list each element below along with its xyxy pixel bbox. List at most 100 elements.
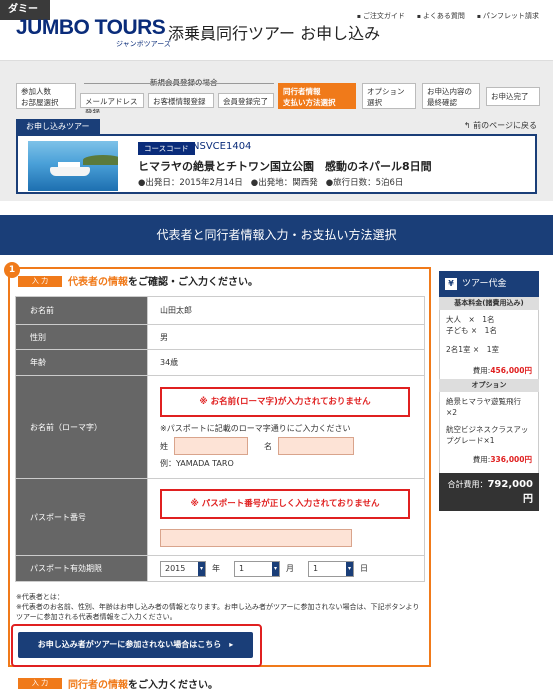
chevron-down-icon: ▾ bbox=[346, 561, 353, 576]
given-name-label: 名 bbox=[264, 441, 272, 451]
roman-name-example: 例：YAMADA TARO bbox=[160, 459, 234, 468]
companion-heading: 同行者の情報をご入力ください。 bbox=[68, 676, 218, 691]
roman-name-error: ※ お名前(ローマ字)が入力されておりません bbox=[160, 387, 410, 417]
expiry-year-select[interactable]: 2015 ▾ bbox=[160, 560, 206, 577]
name-label: お名前 bbox=[15, 296, 148, 325]
page-title: 添乗員同行ツアー お申し込み bbox=[168, 24, 381, 43]
passport-label: パスポート番号 bbox=[15, 478, 148, 556]
row-age: 年齢 34歳 bbox=[15, 349, 425, 376]
option-cost: 費用:336,000円 bbox=[439, 450, 539, 473]
brand-logo-sub: ジャンボツアーズ bbox=[116, 40, 171, 48]
gender-label: 性別 bbox=[15, 324, 148, 350]
passport-number-input[interactable] bbox=[160, 529, 352, 547]
back-link-label: 前のページに戻る bbox=[473, 121, 537, 130]
option-label: オプション bbox=[439, 379, 539, 392]
step-email-register: メールアドレス登録 bbox=[80, 93, 144, 117]
expiry-selects: 2015 ▾ 年 1 ▾ 月 1 ▾ 日 bbox=[160, 560, 424, 577]
passport-error: ※ パスポート番号が正しく入力されておりません bbox=[160, 489, 410, 519]
companion-input-tag: 入 力 bbox=[18, 678, 62, 689]
link-faq[interactable]: よくある質問 bbox=[417, 11, 465, 21]
row-gender: 性別 男 bbox=[15, 324, 425, 350]
back-link[interactable]: ↰ 前のページに戻る bbox=[464, 120, 537, 131]
step-group-divider bbox=[84, 83, 274, 84]
child-count: 子ども × 1名 bbox=[446, 326, 497, 335]
passport-expiry-label: パスポート有効期限 bbox=[15, 555, 148, 582]
step-member-complete: 会員登録完了 bbox=[218, 93, 274, 108]
companion-heading-rest: をご入力ください。 bbox=[128, 680, 218, 691]
base-fee-details: 大人 × 1名 子ども × 1名 2名1室 × 1室 bbox=[439, 310, 539, 359]
age-value: 34歳 bbox=[147, 349, 425, 376]
base-fee-label: 基本料金(諸費用込み) bbox=[439, 297, 539, 310]
expiry-day-value: 1 bbox=[313, 563, 319, 573]
roman-name-fields: 姓 名 bbox=[160, 437, 424, 455]
age-label: 年齢 bbox=[15, 349, 148, 376]
representative-footnote: ※代表者とは： ※代表者のお名前、性別、年齢はお申し込み者の情報となります。お申… bbox=[16, 592, 426, 622]
roman-name-cell: ※ お名前(ローマ字)が入力されておりません ※パスポートに記載のローマ字通りに… bbox=[147, 375, 425, 479]
brand-logo[interactable]: JUMBO TOURS bbox=[16, 16, 166, 40]
link-pamphlet-request[interactable]: パンフレット請求 bbox=[477, 11, 539, 21]
month-unit: 月 bbox=[286, 564, 294, 573]
tour-meta: ●出発日：2015年2月14日 ●出発地：関西発 ●旅行日数：5泊6日 bbox=[138, 176, 403, 188]
passport-expiry-cell: 2015 ▾ 年 1 ▾ 月 1 ▾ 日 bbox=[147, 555, 425, 582]
expiry-day-select[interactable]: 1 ▾ bbox=[308, 560, 354, 577]
footnote-title: ※代表者とは： bbox=[16, 593, 64, 601]
utility-links: ご注文ガイド よくある質問 パンフレット請求 bbox=[357, 11, 539, 21]
step-number-badge: 1 bbox=[4, 262, 20, 278]
option-item-1: 絶景ヒマラヤ遊覧飛行×2 bbox=[446, 397, 521, 417]
gender-value: 男 bbox=[147, 324, 425, 350]
yen-icon: ¥ bbox=[445, 278, 457, 290]
not-joining-button-highlight: お申し込み者がツアーに参加されない場合はこちら ▸ bbox=[11, 624, 262, 667]
passport-cell: ※ パスポート番号が正しく入力されておりません bbox=[147, 478, 425, 556]
expiry-month-select[interactable]: 1 ▾ bbox=[234, 560, 280, 577]
year-unit: 年 bbox=[212, 564, 220, 573]
footnote-body: ※代表者のお名前、性別、年齢はお申し込み者の情報となります。お申し込み者がツアー… bbox=[16, 603, 420, 621]
step-options: オプション 選択 bbox=[362, 83, 416, 109]
step-complete: お申込完了 bbox=[486, 87, 540, 106]
total-cost: 合計費用：792,000円 bbox=[439, 473, 539, 511]
course-code: NSVCE1404 bbox=[192, 141, 252, 152]
option-cost-value: 336,000円 bbox=[490, 455, 532, 464]
price-sidebar-title: ツアー代金 bbox=[462, 279, 507, 289]
row-passport: パスポート番号 ※ パスポート番号が正しく入力されておりません bbox=[15, 478, 425, 556]
progress-steps: 新規会員登録の場合 参加人数 お部屋選択 メールアドレス登録 お客様情報登録 会… bbox=[0, 60, 553, 117]
step-people-room: 参加人数 お部屋選択 bbox=[16, 83, 76, 109]
surname-input[interactable] bbox=[174, 437, 248, 455]
roman-name-note: ※パスポートに記載のローマ字通りにご入力ください bbox=[160, 424, 351, 433]
back-arrow-icon: ↰ bbox=[463, 121, 474, 130]
adult-count: 大人 × 1名 bbox=[446, 315, 495, 324]
given-name-input[interactable] bbox=[278, 437, 354, 455]
rep-form-heading-rest: をご確認・ご入力ください。 bbox=[128, 277, 258, 288]
input-tag: 入 力 bbox=[18, 276, 62, 287]
site-header: ダミー JUMBO TOURS ジャンボツアーズ 添乗員同行ツアー お申し込み … bbox=[0, 0, 553, 60]
step-customer-info: お客様情報登録 bbox=[148, 93, 214, 108]
expiry-month-value: 1 bbox=[239, 563, 245, 573]
chevron-down-icon: ▾ bbox=[272, 561, 279, 576]
option-cost-label: 費用: bbox=[472, 455, 491, 464]
row-passport-expiry: パスポート有効期限 2015 ▾ 年 1 ▾ 月 1 ▾ 日 bbox=[15, 555, 425, 582]
base-cost-label: 費用: bbox=[472, 366, 491, 375]
surname-label: 姓 bbox=[160, 441, 168, 451]
row-roman-name: お名前（ローマ字） ※ お名前(ローマ字)が入力されておりません ※パスポートに… bbox=[15, 375, 425, 479]
room-count: 2名1室 × 1室 bbox=[446, 345, 499, 354]
rep-form-heading: 代表者の情報をご確認・ご入力ください。 bbox=[68, 273, 258, 288]
section-title: 代表者と同行者情報入力・お支払い方法選択 bbox=[0, 215, 553, 255]
tour-card: コースコード NSVCE1404 ヒマラヤの絶景とチトワン国立公園 感動のネパー… bbox=[16, 134, 537, 194]
total-cost-value: 792,000円 bbox=[487, 479, 533, 505]
roman-name-label: お名前（ローマ字） bbox=[15, 375, 148, 479]
companion-heading-highlight: 同行者の情報 bbox=[68, 680, 128, 691]
course-code-badge: コースコード bbox=[138, 142, 195, 155]
option-details: 絶景ヒマラヤ遊覧飛行×2 航空ビジネスクラスアップグレード×1 bbox=[439, 392, 539, 450]
link-order-guide[interactable]: ご注文ガイド bbox=[357, 11, 405, 21]
not-joining-button[interactable]: お申し込み者がツアーに参加されない場合はこちら ▸ bbox=[18, 632, 253, 658]
name-value: 山田太郎 bbox=[147, 296, 425, 325]
representative-form-table: お名前 山田太郎 性別 男 年齢 34歳 お名前（ローマ字） ※ お名前(ローマ… bbox=[15, 296, 425, 582]
day-unit: 日 bbox=[360, 564, 368, 573]
step-final-confirm: お申込内容の 最終確認 bbox=[422, 83, 480, 109]
trip-duration: ●旅行日数：5泊6日 bbox=[325, 178, 404, 188]
row-name: お名前 山田太郎 bbox=[15, 296, 425, 325]
base-cost: 費用:456,000円 bbox=[439, 359, 539, 379]
price-sidebar: ¥ ツアー代金 基本料金(諸費用込み) 大人 × 1名 子ども × 1名 2名1… bbox=[439, 271, 539, 511]
expiry-year-value: 2015 bbox=[165, 563, 186, 573]
tour-summary: お申し込みツアー ↰ 前のページに戻る コースコード NSVCE1404 ヒマラ… bbox=[0, 113, 553, 201]
step-companion-payment: 同行者情報 支払い方法選択 bbox=[278, 83, 356, 109]
